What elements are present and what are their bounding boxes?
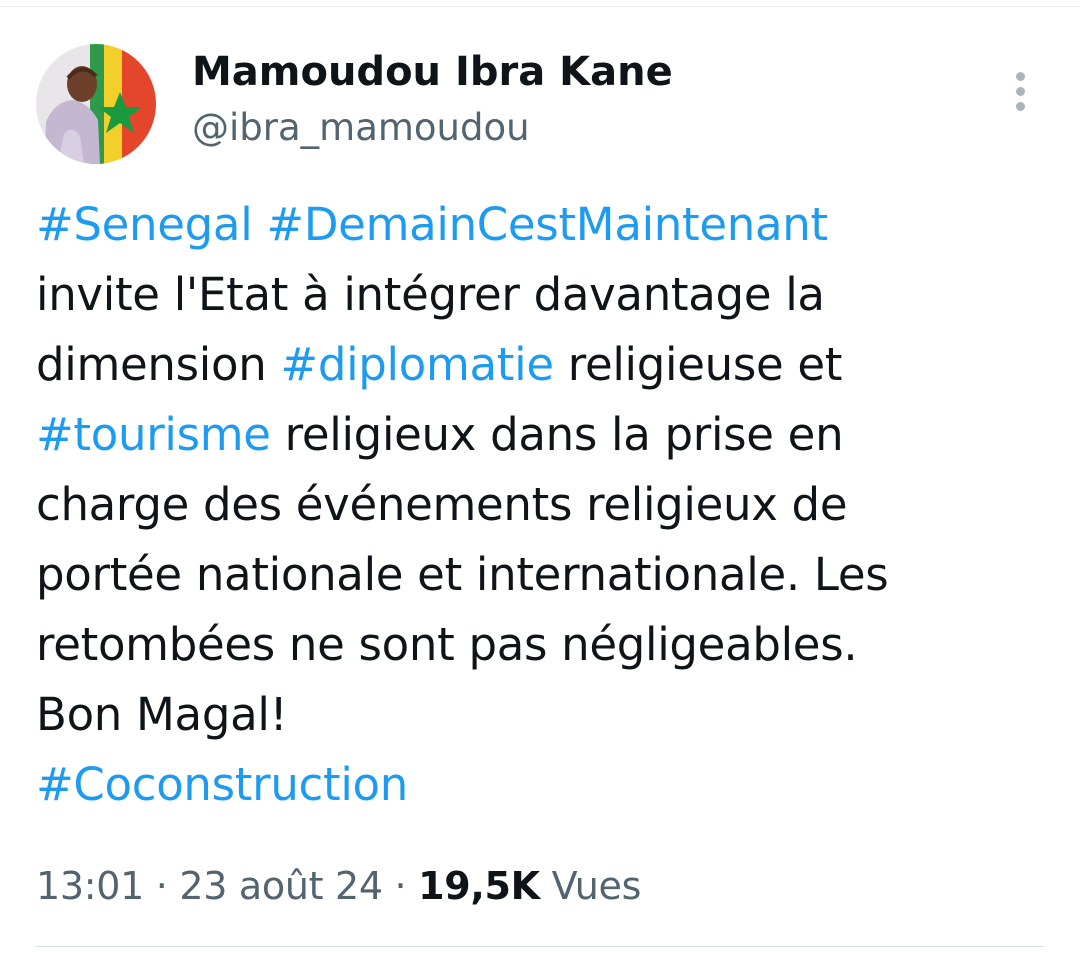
more-options-dot bbox=[1015, 101, 1025, 111]
tweet-text-segment: charge des événements religieux de bbox=[36, 478, 848, 531]
tweet-date[interactable]: 23 août 24 bbox=[179, 864, 383, 908]
tweet-text-line: invite l'Etat à intégrer davantage la bbox=[36, 260, 1046, 330]
tweet-text-segment: retombées ne sont pas négligeables. bbox=[36, 618, 858, 671]
hashtag-link[interactable]: #Senegal bbox=[36, 198, 253, 251]
hashtag-link[interactable]: #DemainCestMaintenant bbox=[266, 198, 828, 251]
tweet-text: #Senegal #DemainCestMaintenant invite l'E… bbox=[36, 190, 1046, 820]
tweet-text-line: #tourisme religieux dans la prise en bbox=[36, 400, 1046, 470]
tweet-text-segment: invite l'Etat à intégrer davantage la bbox=[36, 268, 825, 321]
tweet-text-segment bbox=[252, 198, 266, 251]
tweet-text-line: #Senegal #DemainCestMaintenant bbox=[36, 190, 1046, 260]
meta-separator: · bbox=[382, 864, 419, 908]
tweet-text-segment: religieux dans la prise en bbox=[270, 408, 844, 461]
tweet-text-line: retombées ne sont pas négligeables. bbox=[36, 610, 1046, 680]
author-avatar[interactable] bbox=[36, 44, 156, 164]
tweet-time[interactable]: 13:01 bbox=[36, 864, 144, 908]
meta-separator: · bbox=[144, 864, 180, 908]
avatar-photo-icon bbox=[36, 44, 156, 164]
tweet-text-segment: Bon Magal! bbox=[36, 688, 288, 741]
author-display-name[interactable]: Mamoudou Ibra Kane bbox=[192, 46, 673, 98]
top-divider bbox=[0, 6, 1080, 7]
tweet-text-line: Bon Magal! bbox=[36, 680, 1046, 750]
tweet-text-line: #Coconstruction bbox=[36, 750, 1046, 820]
hashtag-link[interactable]: #tourisme bbox=[36, 408, 271, 461]
views-count[interactable]: 19,5K bbox=[418, 864, 540, 908]
tweet-text-line: portée nationale et internationale. Les bbox=[36, 540, 1046, 610]
more-options-dot bbox=[1015, 86, 1025, 96]
tweet-text-segment: dimension bbox=[36, 338, 281, 391]
tweet-meta: 13:01 · 23 août 24 · 19,5K Vues bbox=[36, 860, 641, 912]
tweet-text-segment: portée nationale et internationale. Les bbox=[36, 548, 889, 601]
hashtag-link[interactable]: #Coconstruction bbox=[36, 758, 408, 811]
bottom-divider bbox=[36, 946, 1044, 947]
more-options-vertical-icon bbox=[1015, 71, 1025, 81]
more-options-button[interactable] bbox=[1000, 66, 1040, 116]
tweet-text-segment: religieuse et bbox=[553, 338, 843, 391]
tweet-text-line: dimension #diplomatie religieuse et bbox=[36, 330, 1046, 400]
author-handle[interactable]: @ibra_mamoudou bbox=[192, 104, 530, 152]
views-label: Vues bbox=[539, 864, 642, 908]
hashtag-link[interactable]: #diplomatie bbox=[280, 338, 554, 391]
tweet-text-line: charge des événements religieux de bbox=[36, 470, 1046, 540]
